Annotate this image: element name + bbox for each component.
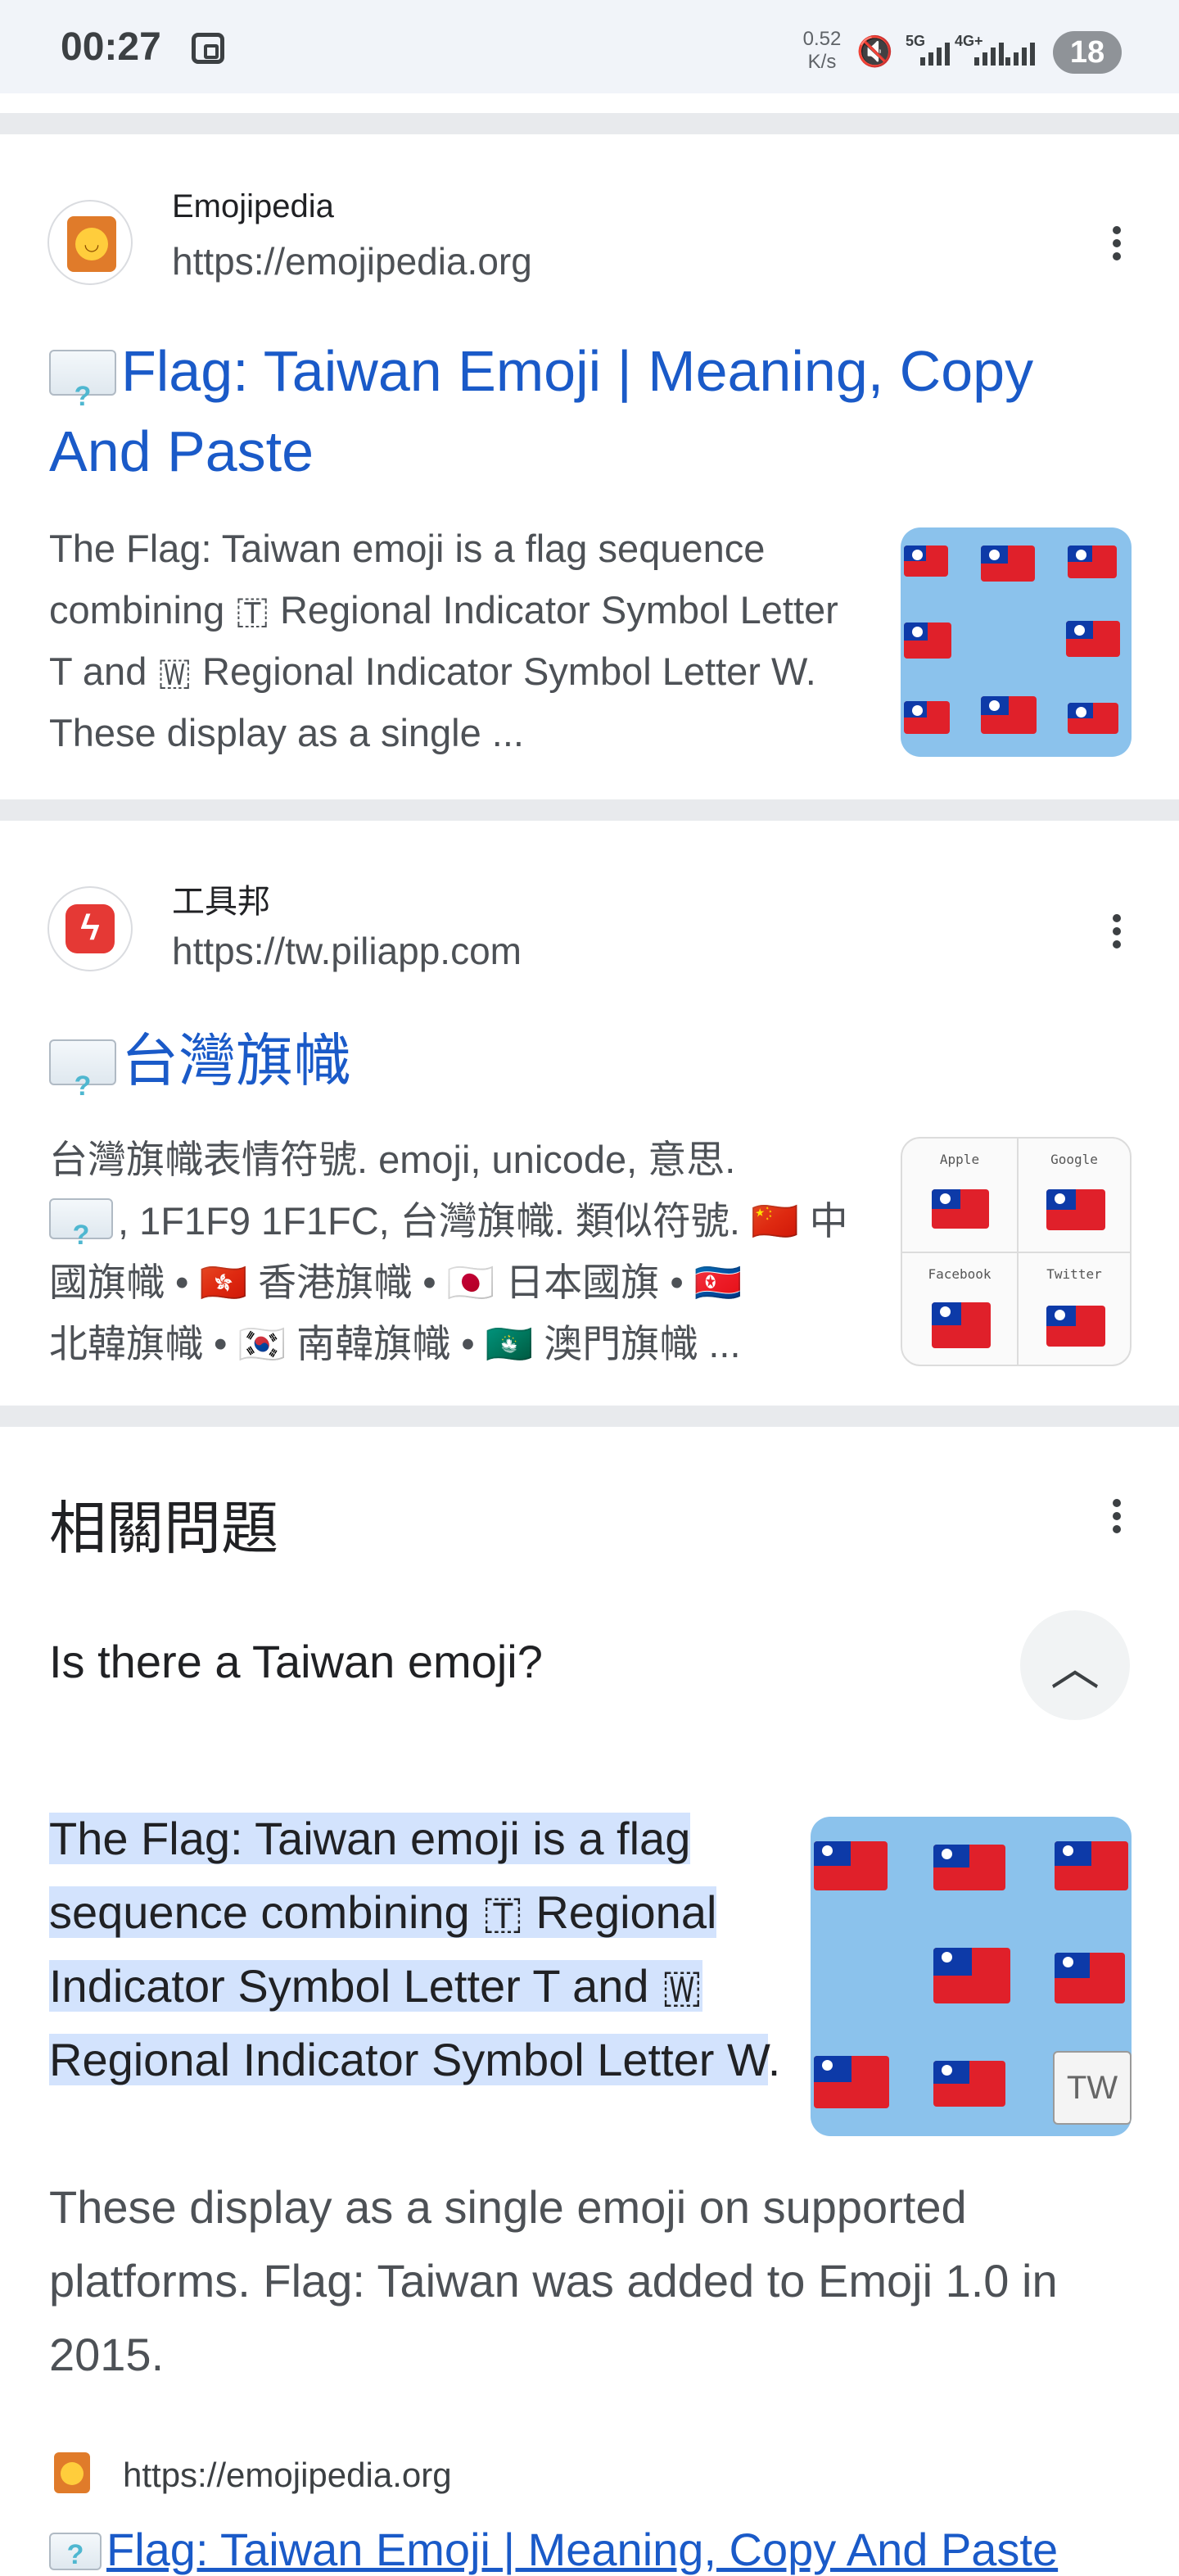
divider bbox=[0, 113, 1179, 134]
emojipedia-logo-icon[interactable] bbox=[51, 2452, 93, 2495]
white-flag-icon bbox=[49, 1039, 116, 1126]
network-speed: 0.52 K/s bbox=[802, 28, 842, 73]
result-thumbnail[interactable] bbox=[901, 527, 1132, 757]
tw-tag: TW bbox=[1053, 2051, 1132, 2125]
divider bbox=[0, 799, 1179, 821]
site-name: 工具邦 bbox=[172, 884, 270, 920]
signal-icon: 5G bbox=[906, 33, 950, 70]
status-time: 00:27 bbox=[61, 25, 161, 69]
result-snippet: The Flag: Taiwan emoji is a flag sequenc… bbox=[49, 527, 838, 754]
answer-highlight: The Flag: Taiwan emoji is a flag sequenc… bbox=[49, 1813, 768, 2085]
answer-text: The Flag: Taiwan emoji is a flag sequenc… bbox=[49, 1813, 781, 2085]
answer-text-rest: These display as a single emoji on suppo… bbox=[49, 2181, 1058, 2380]
related-question[interactable]: Is there a Taiwan emoji? bbox=[49, 1635, 543, 1688]
site-url[interactable]: https://tw.piliapp.com bbox=[172, 929, 522, 973]
screenshot-icon bbox=[192, 33, 224, 64]
result-title-link[interactable]: Flag: Taiwan Emoji | Meaning, Copy And P… bbox=[49, 331, 1130, 491]
collapse-button[interactable]: ︿ bbox=[1020, 1610, 1130, 1720]
battery-indicator: 18 bbox=[1053, 31, 1122, 74]
source-title-link[interactable]: Flag: Taiwan Emoji | Meaning, Copy And P… bbox=[49, 2523, 1058, 2576]
chevron-up-icon: ︿ bbox=[1050, 1641, 1100, 1695]
kebab-menu-icon[interactable] bbox=[1100, 221, 1133, 270]
white-flag-icon bbox=[49, 2533, 102, 2571]
result-snippet: 台灣旗幟表情符號. emoji, unicode, 意思. , 1F1F9 1F… bbox=[49, 1129, 860, 1374]
kebab-menu-icon[interactable] bbox=[1100, 909, 1133, 958]
piliapp-logo-icon[interactable]: ϟ bbox=[47, 886, 133, 971]
mute-icon: 🔇 bbox=[856, 34, 893, 68]
divider bbox=[0, 1406, 1179, 1427]
answer-thumbnail[interactable]: TW bbox=[811, 1817, 1132, 2136]
site-name: Emojipedia bbox=[172, 188, 334, 224]
kebab-menu-icon[interactable] bbox=[1100, 1494, 1133, 1543]
related-questions-heading: 相關問題 bbox=[49, 1496, 278, 1560]
source-url[interactable]: https://emojipedia.org bbox=[123, 2456, 452, 2495]
emojipedia-logo-icon[interactable]: ◡ bbox=[47, 200, 133, 285]
site-url[interactable]: https://emojipedia.org bbox=[172, 239, 532, 283]
white-flag-icon bbox=[49, 1198, 113, 1266]
result-title-link[interactable]: 台灣旗幟 bbox=[49, 1021, 350, 1126]
result-thumbnail[interactable]: Apple Google Facebook Twitter bbox=[901, 1137, 1132, 1366]
white-flag-icon bbox=[49, 350, 116, 437]
signal-icon: 4G+ bbox=[955, 33, 1004, 70]
